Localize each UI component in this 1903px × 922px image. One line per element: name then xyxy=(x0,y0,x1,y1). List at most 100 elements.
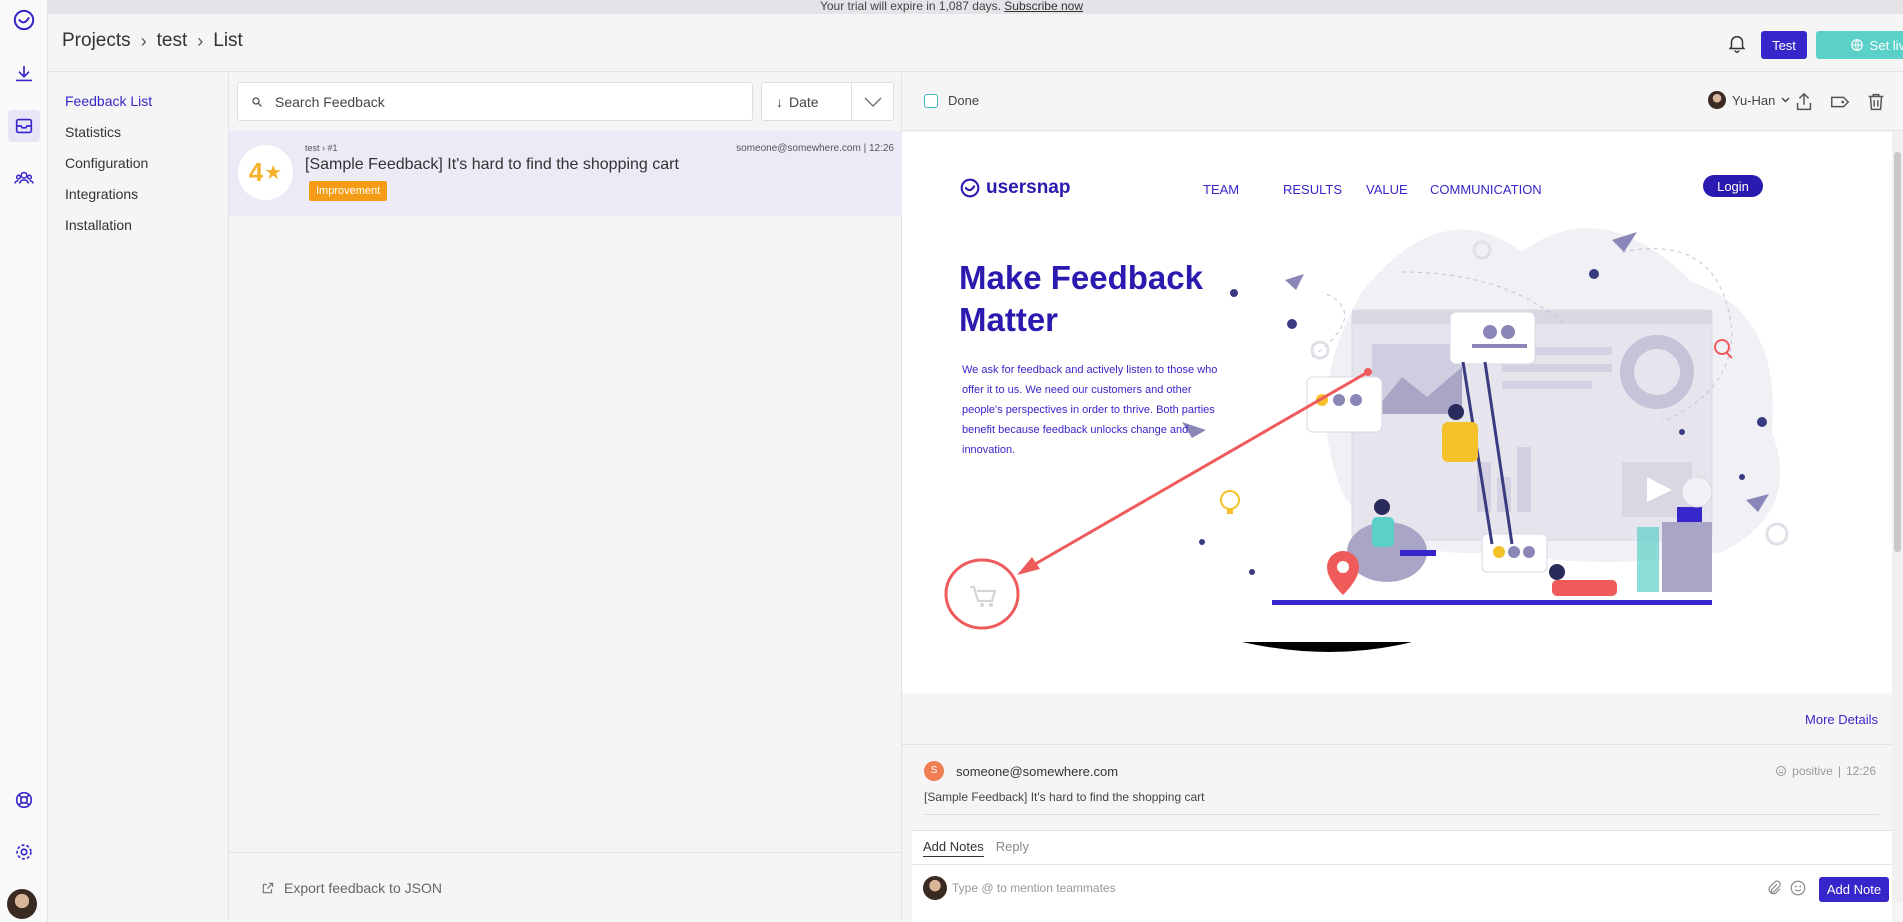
add-note-button[interactable]: Add Note xyxy=(1819,877,1889,902)
attachment-paperclip-icon[interactable] xyxy=(1765,879,1783,897)
checkbox-box xyxy=(924,93,938,108)
notification-bell-icon[interactable] xyxy=(1726,32,1748,54)
captured-nav-team: TEAM xyxy=(1203,182,1240,197)
nav-feedback-list[interactable]: Feedback List xyxy=(65,93,152,109)
more-details-link[interactable]: More Details xyxy=(1805,712,1878,727)
captured-login-button: Login xyxy=(1703,175,1763,197)
external-link-icon xyxy=(262,882,274,893)
breadcrumb-separator: › xyxy=(197,30,204,51)
breadcrumb: Projects › test › List xyxy=(62,30,243,52)
usersnap-logo-icon xyxy=(960,178,980,198)
subscribe-link[interactable]: Subscribe now xyxy=(1004,0,1083,13)
captured-logo: usersnap xyxy=(960,177,1070,199)
separator: | xyxy=(1837,764,1841,778)
chevron-down-icon xyxy=(863,96,882,107)
assignee-name: Yu-Han xyxy=(1732,92,1776,108)
captured-headline: Make Feedback Matter xyxy=(959,257,1259,341)
detail-scrollbar[interactable] xyxy=(1892,132,1903,902)
settings-gear-icon[interactable] xyxy=(8,836,40,868)
captured-nav-communication: COMMUNICATION xyxy=(1430,182,1542,197)
feedback-email: someone@somewhere.com xyxy=(736,143,861,154)
feedback-list-item[interactable]: 4 ★ test › #1 someone@somewhere.com | 12… xyxy=(229,131,902,216)
sort-control: ↓ Date xyxy=(761,82,894,121)
composer-avatar xyxy=(923,876,947,900)
search-input[interactable] xyxy=(275,93,735,110)
nav-configuration[interactable]: Configuration xyxy=(65,155,148,171)
left-rail xyxy=(0,0,48,922)
notes-composer: Add Notes Reply Add Note xyxy=(912,830,1892,922)
captured-logo-text: usersnap xyxy=(986,177,1071,198)
sort-date-button[interactable]: ↓ Date xyxy=(762,83,852,120)
set-live-button[interactable]: Set live xyxy=(1816,31,1903,59)
rating-badge: 4 ★ xyxy=(238,145,293,200)
star-icon: ★ xyxy=(264,162,283,184)
globe-icon xyxy=(1850,39,1863,51)
comment-text: [Sample Feedback] It's hard to find the … xyxy=(924,790,1205,804)
download-icon[interactable] xyxy=(8,58,40,90)
export-label: Export feedback to JSON xyxy=(284,879,442,896)
scrollbar-thumb[interactable] xyxy=(1894,152,1901,552)
breadcrumb-separator: › xyxy=(140,30,147,51)
note-input[interactable] xyxy=(952,877,1592,899)
commenter-email: someone@somewhere.com xyxy=(956,764,1119,779)
breadcrumb-project-test[interactable]: test xyxy=(157,30,188,52)
captured-headline-line1: Make Feedback xyxy=(959,259,1203,296)
trash-icon[interactable] xyxy=(1865,91,1887,113)
tab-reply[interactable]: Reply xyxy=(996,839,1029,856)
set-live-label: Set live xyxy=(1869,37,1903,53)
chevron-down-icon xyxy=(1781,97,1790,103)
divider xyxy=(924,814,1879,818)
sort-label: Date xyxy=(789,93,819,110)
sort-dropdown-toggle[interactable] xyxy=(852,83,893,120)
test-button[interactable]: Test xyxy=(1761,31,1807,59)
nav-integrations[interactable]: Integrations xyxy=(65,186,138,202)
breadcrumb-projects[interactable]: Projects xyxy=(62,30,131,52)
page-header: Projects › test › List Test Set live xyxy=(48,14,1903,72)
assignee-avatar xyxy=(1708,91,1726,109)
rating-value: 4 xyxy=(248,157,264,187)
breadcrumb-list: List xyxy=(213,30,243,51)
trial-banner: Your trial will expire in 1,087 days. Su… xyxy=(0,0,1903,14)
tab-add-notes[interactable]: Add Notes xyxy=(923,839,984,857)
usersnap-logo-icon[interactable] xyxy=(8,4,40,36)
trial-text: Your trial will expire in 1,087 days. xyxy=(819,0,1001,13)
comment-time: 12:26 xyxy=(1845,764,1876,778)
captured-nav-value: VALUE xyxy=(1366,182,1408,197)
captured-paragraph: We ask for feedback and actively listen … xyxy=(962,364,1218,456)
feedback-time: 12:26 xyxy=(868,143,894,154)
app-root: Your trial will expire in 1,087 days. Su… xyxy=(0,0,1903,922)
feedback-title: [Sample Feedback] It's hard to find the … xyxy=(305,156,679,173)
note-input-row: Add Note xyxy=(912,864,1892,922)
nav-statistics[interactable]: Statistics xyxy=(65,124,121,140)
smiley-icon xyxy=(1776,766,1787,776)
emoji-icon[interactable] xyxy=(1789,879,1807,897)
more-details-row: More Details xyxy=(902,693,1892,745)
nav-installation[interactable]: Installation xyxy=(65,217,132,233)
feedback-detail-panel: Done Yu-Han usersnap TEAM RESULTS VALUE … xyxy=(902,73,1903,922)
user-avatar[interactable] xyxy=(7,889,37,919)
team-icon[interactable] xyxy=(8,162,40,194)
feedback-list-panel: ↓ Date 4 ★ test › #1 someone@somewhere.c… xyxy=(229,73,902,922)
feedback-screenshot[interactable]: usersnap TEAM RESULTS VALUE COMMUNICATIO… xyxy=(902,132,1892,693)
feedback-sender-time: someone@somewhere.com | 12:26 xyxy=(736,143,894,154)
comment-sentiment: positive xyxy=(1792,764,1833,778)
tag-label-icon[interactable] xyxy=(1829,91,1851,113)
done-label: Done xyxy=(948,93,980,108)
detail-toolbar: Done Yu-Han xyxy=(902,73,1903,131)
notes-tabs: Add Notes Reply xyxy=(923,831,1029,864)
feedback-tag[interactable]: Improvement xyxy=(309,181,388,201)
comment-sentiment-time: positive | 12:26 xyxy=(1775,764,1876,778)
export-json-button[interactable]: Export feedback to JSON xyxy=(229,852,902,922)
share-icon[interactable] xyxy=(1793,91,1815,113)
project-sidenav: Feedback List Statistics Configuration I… xyxy=(48,73,229,922)
captured-nav-results: RESULTS xyxy=(1283,182,1342,197)
help-lifebuoy-icon[interactable] xyxy=(8,784,40,816)
done-checkbox[interactable]: Done xyxy=(924,93,979,108)
search-icon xyxy=(252,96,262,107)
arrow-down-icon: ↓ xyxy=(776,93,783,110)
feedback-meta: test › #1 xyxy=(305,143,338,153)
captured-headline-line2: Matter xyxy=(959,301,1059,338)
assignee-dropdown[interactable]: Yu-Han xyxy=(1708,91,1790,109)
commenter-avatar: S xyxy=(924,761,944,781)
inbox-icon[interactable] xyxy=(8,110,40,142)
